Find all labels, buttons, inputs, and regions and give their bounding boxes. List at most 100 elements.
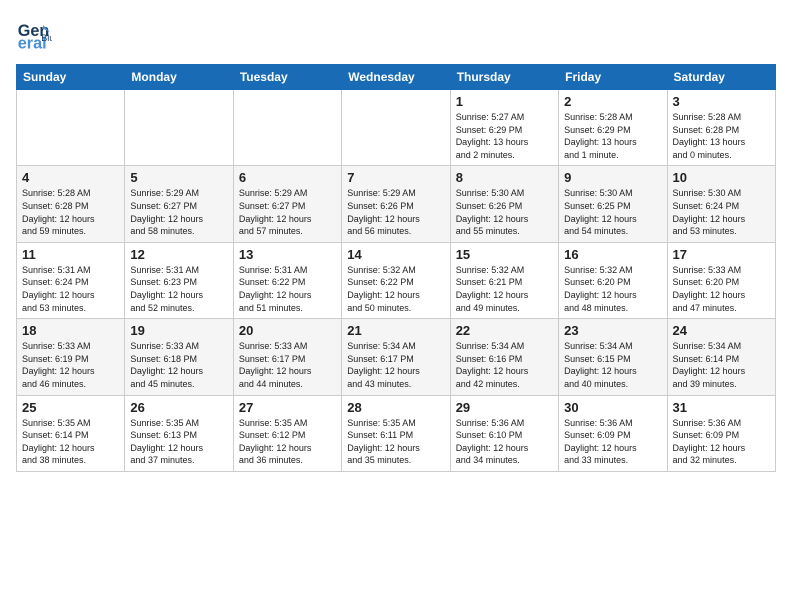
day-number: 4 xyxy=(22,170,119,185)
calendar-cell: 26 Sunrise: 5:35 AM Sunset: 6:13 PM Dayli… xyxy=(125,395,233,471)
day-number: 27 xyxy=(239,400,336,415)
calendar-table: SundayMondayTuesdayWednesdayThursdayFrid… xyxy=(16,64,776,472)
calendar-cell: 21 Sunrise: 5:34 AM Sunset: 6:17 PM Dayli… xyxy=(342,319,450,395)
day-info: Sunrise: 5:31 AM Sunset: 6:22 PM Dayligh… xyxy=(239,264,336,314)
calendar-body: 1 Sunrise: 5:27 AM Sunset: 6:29 PM Daylig… xyxy=(17,90,776,472)
page-header: Gen eral Blue xyxy=(16,16,776,52)
calendar-cell xyxy=(342,90,450,166)
day-info: Sunrise: 5:31 AM Sunset: 6:24 PM Dayligh… xyxy=(22,264,119,314)
weekday-header-saturday: Saturday xyxy=(667,65,775,90)
day-info: Sunrise: 5:35 AM Sunset: 6:13 PM Dayligh… xyxy=(130,417,227,467)
calendar-cell: 29 Sunrise: 5:36 AM Sunset: 6:10 PM Dayli… xyxy=(450,395,558,471)
calendar-cell: 18 Sunrise: 5:33 AM Sunset: 6:19 PM Dayli… xyxy=(17,319,125,395)
calendar-cell: 13 Sunrise: 5:31 AM Sunset: 6:22 PM Dayli… xyxy=(233,242,341,318)
day-number: 1 xyxy=(456,94,553,109)
day-info: Sunrise: 5:29 AM Sunset: 6:27 PM Dayligh… xyxy=(130,187,227,237)
day-info: Sunrise: 5:28 AM Sunset: 6:28 PM Dayligh… xyxy=(22,187,119,237)
calendar-week-3: 11 Sunrise: 5:31 AM Sunset: 6:24 PM Dayli… xyxy=(17,242,776,318)
weekday-header-tuesday: Tuesday xyxy=(233,65,341,90)
calendar-cell: 15 Sunrise: 5:32 AM Sunset: 6:21 PM Dayli… xyxy=(450,242,558,318)
day-number: 11 xyxy=(22,247,119,262)
weekday-header-friday: Friday xyxy=(559,65,667,90)
calendar-cell: 5 Sunrise: 5:29 AM Sunset: 6:27 PM Daylig… xyxy=(125,166,233,242)
day-number: 6 xyxy=(239,170,336,185)
calendar-cell: 4 Sunrise: 5:28 AM Sunset: 6:28 PM Daylig… xyxy=(17,166,125,242)
day-number: 21 xyxy=(347,323,444,338)
day-info: Sunrise: 5:30 AM Sunset: 6:24 PM Dayligh… xyxy=(673,187,770,237)
calendar-header-row: SundayMondayTuesdayWednesdayThursdayFrid… xyxy=(17,65,776,90)
day-info: Sunrise: 5:35 AM Sunset: 6:14 PM Dayligh… xyxy=(22,417,119,467)
day-info: Sunrise: 5:33 AM Sunset: 6:19 PM Dayligh… xyxy=(22,340,119,390)
day-number: 16 xyxy=(564,247,661,262)
day-info: Sunrise: 5:36 AM Sunset: 6:10 PM Dayligh… xyxy=(456,417,553,467)
weekday-header-sunday: Sunday xyxy=(17,65,125,90)
calendar-week-4: 18 Sunrise: 5:33 AM Sunset: 6:19 PM Dayli… xyxy=(17,319,776,395)
weekday-header-thursday: Thursday xyxy=(450,65,558,90)
calendar-cell: 20 Sunrise: 5:33 AM Sunset: 6:17 PM Dayli… xyxy=(233,319,341,395)
day-number: 30 xyxy=(564,400,661,415)
calendar-cell xyxy=(125,90,233,166)
calendar-cell xyxy=(233,90,341,166)
day-number: 8 xyxy=(456,170,553,185)
calendar-week-5: 25Sunrise: 5:35 AM Sunset: 6:14 PM Dayli… xyxy=(17,395,776,471)
day-number: 23 xyxy=(564,323,661,338)
calendar-cell: 19Sunrise: 5:33 AM Sunset: 6:18 PM Dayli… xyxy=(125,319,233,395)
calendar-cell: 27 Sunrise: 5:35 AM Sunset: 6:12 PM Dayli… xyxy=(233,395,341,471)
calendar-week-1: 1 Sunrise: 5:27 AM Sunset: 6:29 PM Daylig… xyxy=(17,90,776,166)
day-info: Sunrise: 5:34 AM Sunset: 6:16 PM Dayligh… xyxy=(456,340,553,390)
day-info: Sunrise: 5:33 AM Sunset: 6:18 PM Dayligh… xyxy=(130,340,227,390)
day-number: 15 xyxy=(456,247,553,262)
calendar-cell: 12 Sunrise: 5:31 AM Sunset: 6:23 PM Dayli… xyxy=(125,242,233,318)
calendar-cell: 6 Sunrise: 5:29 AM Sunset: 6:27 PM Daylig… xyxy=(233,166,341,242)
calendar-cell: 8 Sunrise: 5:30 AM Sunset: 6:26 PM Daylig… xyxy=(450,166,558,242)
day-info: Sunrise: 5:33 AM Sunset: 6:20 PM Dayligh… xyxy=(673,264,770,314)
day-number: 20 xyxy=(239,323,336,338)
day-info: Sunrise: 5:29 AM Sunset: 6:26 PM Dayligh… xyxy=(347,187,444,237)
day-info: Sunrise: 5:29 AM Sunset: 6:27 PM Dayligh… xyxy=(239,187,336,237)
calendar-cell: 30Sunrise: 5:36 AM Sunset: 6:09 PM Dayli… xyxy=(559,395,667,471)
logo: Gen eral Blue xyxy=(16,16,58,52)
calendar-cell xyxy=(17,90,125,166)
day-info: Sunrise: 5:32 AM Sunset: 6:20 PM Dayligh… xyxy=(564,264,661,314)
calendar-cell: 17 Sunrise: 5:33 AM Sunset: 6:20 PM Dayli… xyxy=(667,242,775,318)
day-info: Sunrise: 5:34 AM Sunset: 6:15 PM Dayligh… xyxy=(564,340,661,390)
day-info: Sunrise: 5:34 AM Sunset: 6:14 PM Dayligh… xyxy=(673,340,770,390)
day-number: 9 xyxy=(564,170,661,185)
weekday-header-wednesday: Wednesday xyxy=(342,65,450,90)
day-number: 22 xyxy=(456,323,553,338)
day-number: 2 xyxy=(564,94,661,109)
day-number: 13 xyxy=(239,247,336,262)
day-number: 24 xyxy=(673,323,770,338)
calendar-cell: 9 Sunrise: 5:30 AM Sunset: 6:25 PM Daylig… xyxy=(559,166,667,242)
logo-icon: Gen eral Blue xyxy=(16,16,52,52)
day-number: 18 xyxy=(22,323,119,338)
calendar-cell: 7 Sunrise: 5:29 AM Sunset: 6:26 PM Daylig… xyxy=(342,166,450,242)
day-info: Sunrise: 5:34 AM Sunset: 6:17 PM Dayligh… xyxy=(347,340,444,390)
day-info: Sunrise: 5:35 AM Sunset: 6:12 PM Dayligh… xyxy=(239,417,336,467)
calendar-cell: 3Sunrise: 5:28 AM Sunset: 6:28 PM Daylig… xyxy=(667,90,775,166)
calendar-cell: 2 Sunrise: 5:28 AM Sunset: 6:29 PM Daylig… xyxy=(559,90,667,166)
day-info: Sunrise: 5:27 AM Sunset: 6:29 PM Dayligh… xyxy=(456,111,553,161)
calendar-cell: 1 Sunrise: 5:27 AM Sunset: 6:29 PM Daylig… xyxy=(450,90,558,166)
day-number: 10 xyxy=(673,170,770,185)
day-info: Sunrise: 5:30 AM Sunset: 6:25 PM Dayligh… xyxy=(564,187,661,237)
calendar-cell: 23 Sunrise: 5:34 AM Sunset: 6:15 PM Dayli… xyxy=(559,319,667,395)
day-number: 14 xyxy=(347,247,444,262)
day-number: 12 xyxy=(130,247,227,262)
day-info: Sunrise: 5:31 AM Sunset: 6:23 PM Dayligh… xyxy=(130,264,227,314)
day-number: 26 xyxy=(130,400,227,415)
day-info: Sunrise: 5:30 AM Sunset: 6:26 PM Dayligh… xyxy=(456,187,553,237)
day-number: 29 xyxy=(456,400,553,415)
day-info: Sunrise: 5:35 AM Sunset: 6:11 PM Dayligh… xyxy=(347,417,444,467)
day-number: 5 xyxy=(130,170,227,185)
day-number: 17 xyxy=(673,247,770,262)
day-info: Sunrise: 5:32 AM Sunset: 6:22 PM Dayligh… xyxy=(347,264,444,314)
weekday-header-monday: Monday xyxy=(125,65,233,90)
day-info: Sunrise: 5:36 AM Sunset: 6:09 PM Dayligh… xyxy=(673,417,770,467)
day-info: Sunrise: 5:28 AM Sunset: 6:29 PM Dayligh… xyxy=(564,111,661,161)
day-info: Sunrise: 5:28 AM Sunset: 6:28 PM Dayligh… xyxy=(673,111,770,161)
day-info: Sunrise: 5:33 AM Sunset: 6:17 PM Dayligh… xyxy=(239,340,336,390)
day-number: 7 xyxy=(347,170,444,185)
calendar-cell: 11 Sunrise: 5:31 AM Sunset: 6:24 PM Dayli… xyxy=(17,242,125,318)
day-info: Sunrise: 5:32 AM Sunset: 6:21 PM Dayligh… xyxy=(456,264,553,314)
